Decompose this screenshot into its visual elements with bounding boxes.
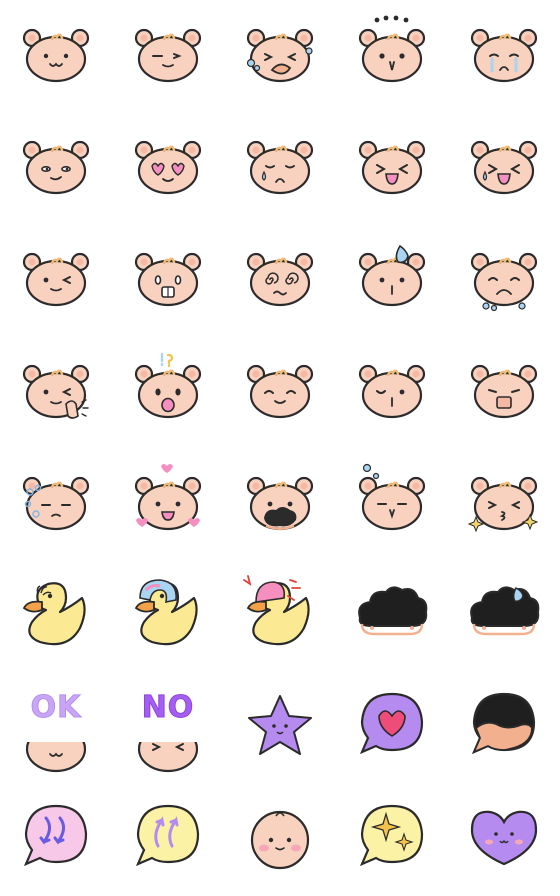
bear-teeth-icon[interactable] [112,224,224,336]
bear-ok-sign-icon[interactable]: OK [0,672,112,784]
ok-label: OK [30,690,82,726]
bear-smile-icon[interactable] [0,0,112,112]
bear-surprised-icon[interactable] [112,336,224,448]
bear-worried-sweat-icon[interactable] [224,112,336,224]
bear-black-blob-icon[interactable] [224,448,336,560]
bear-unimpressed-icon[interactable] [336,336,448,448]
bear-wink-icon[interactable] [112,0,224,112]
bear-wink-wave-icon[interactable] [0,336,112,448]
bear-wink-tongue-icon[interactable] [0,224,112,336]
bear-crying-blowing-icon[interactable] [224,0,336,112]
no-label: NO [141,690,195,726]
bear-squint-laugh-icon[interactable] [336,112,448,224]
bear-heart-eyes-icon[interactable] [112,112,224,224]
baby-face-icon[interactable] [224,784,336,896]
down-arrows-bubble-icon[interactable] [0,784,112,896]
bear-no-sign-icon[interactable]: NO [112,672,224,784]
bear-love-hearts-icon[interactable] [112,448,224,560]
purple-star-icon[interactable] [224,672,336,784]
bear-dizzy-icon[interactable] [224,224,336,336]
duck-icon[interactable] [0,560,112,672]
bear-mask-icon[interactable] [448,336,560,448]
black-speech-bubble-icon[interactable] [448,672,560,784]
emoji-sheet: OK NO [0,0,560,896]
bear-teardrop-laugh-icon[interactable] [448,112,560,224]
bear-bubbles-icon[interactable] [336,448,448,560]
bear-content-icon[interactable] [224,336,336,448]
sparkle-bubble-icon[interactable] [336,784,448,896]
bear-smug-icon[interactable] [0,112,112,224]
black-cloud-icon[interactable] [336,560,448,672]
bear-shocked-dots-icon[interactable] [336,0,448,112]
duck-pacifier-icon[interactable] [112,560,224,672]
black-cloud-sweat-icon[interactable] [448,560,560,672]
bear-tearful-icon[interactable] [448,0,560,112]
heart-speech-bubble-icon[interactable] [336,672,448,784]
bear-sweat-drop-icon[interactable] [336,224,448,336]
bear-sad-bubbles-icon[interactable] [0,448,112,560]
up-arrows-bubble-icon[interactable] [112,784,224,896]
purple-heart-face-icon[interactable] [448,784,560,896]
bear-sobbing-icon[interactable] [448,224,560,336]
bear-kiss-sparkle-icon[interactable] [448,448,560,560]
duck-angry-icon[interactable] [224,560,336,672]
